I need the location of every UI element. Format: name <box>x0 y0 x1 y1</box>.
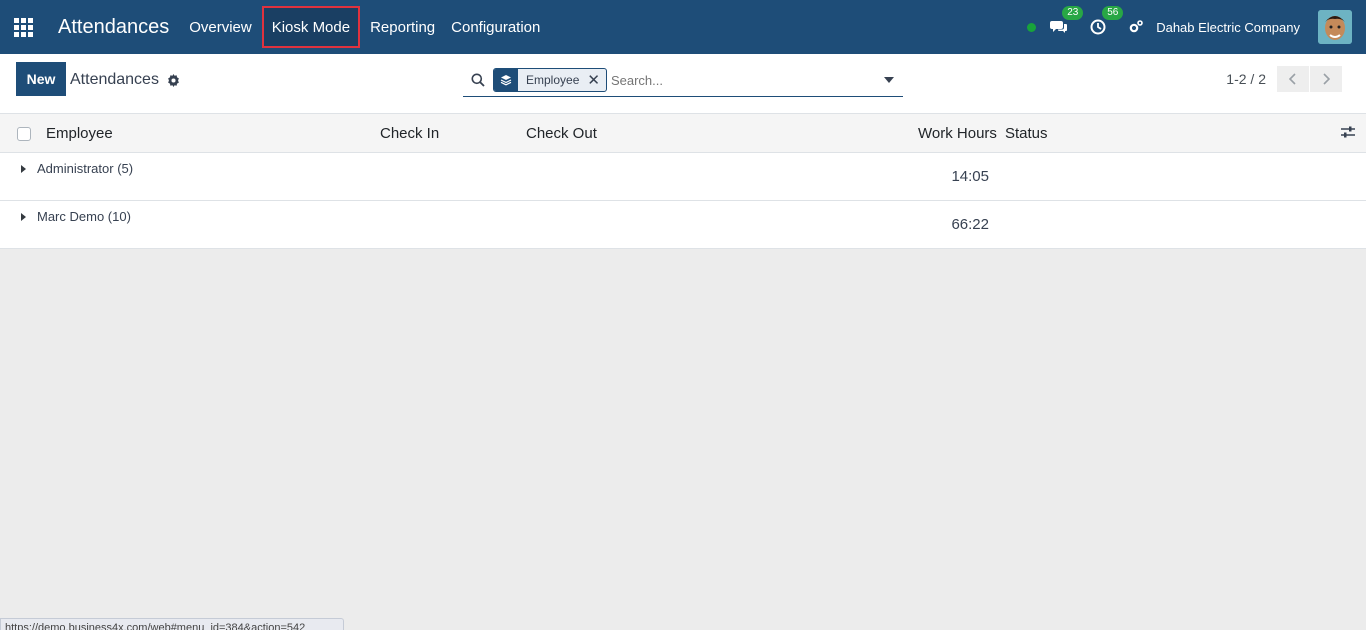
group-work-hours: 14:05 <box>951 168 989 185</box>
presence-status-icon[interactable] <box>1027 22 1037 32</box>
caret-down-icon[interactable] <box>875 77 903 83</box>
layers-icon <box>494 69 518 91</box>
search-icon[interactable] <box>463 73 493 87</box>
breadcrumb-title: Attendances <box>70 71 159 88</box>
pager-next-icon[interactable] <box>1310 66 1342 92</box>
menu-kiosk-mode[interactable]: Kiosk Mode <box>261 6 361 48</box>
new-button[interactable]: New <box>16 62 66 96</box>
column-work-hours[interactable]: Work Hours <box>918 125 997 142</box>
chat-icon <box>1050 21 1068 33</box>
table-header: Employee Check In Check Out Work Hours S… <box>0 114 1366 153</box>
attendance-list: Employee Check In Check Out Work Hours S… <box>0 114 1366 249</box>
column-check-in[interactable]: Check In <box>380 125 439 142</box>
menu-overview[interactable]: Overview <box>181 0 260 54</box>
group-label: Administrator (5) <box>37 161 134 176</box>
breadcrumb: Attendances <box>70 71 180 89</box>
select-all-checkbox[interactable] <box>17 127 31 141</box>
top-navbar: Attendances Overview Kiosk Mode Reportin… <box>0 0 1366 54</box>
apps-menu-icon[interactable] <box>0 0 46 54</box>
group-row-marc-demo[interactable]: Marc Demo (10) 66:22 <box>0 201 1366 249</box>
optional-columns-icon[interactable] <box>1340 125 1356 143</box>
menu-reporting[interactable]: Reporting <box>362 0 443 54</box>
caret-right-icon <box>21 213 26 221</box>
search-bar: Employee ✕ <box>463 64 903 97</box>
user-avatar[interactable] <box>1318 10 1352 44</box>
group-row-administrator[interactable]: Administrator (5) 14:05 <box>0 153 1366 201</box>
pager: 1-2 / 2 <box>1226 66 1342 92</box>
app-title[interactable]: Attendances <box>58 16 169 39</box>
group-by-facet: Employee ✕ <box>493 68 607 92</box>
activities-button[interactable]: 56 <box>1090 6 1124 35</box>
group-work-hours: 66:22 <box>951 216 989 233</box>
pager-previous-icon[interactable] <box>1277 66 1309 92</box>
caret-right-icon <box>21 165 26 173</box>
company-switch-icon[interactable] <box>1128 19 1144 35</box>
column-employee[interactable]: Employee <box>46 125 113 142</box>
company-name[interactable]: Dahab Electric Company <box>1156 20 1300 35</box>
messages-count-badge: 23 <box>1062 6 1084 20</box>
facet-label: Employee <box>526 73 580 87</box>
gear-icon[interactable] <box>167 73 180 87</box>
facet-close-icon[interactable]: ✕ <box>587 71 606 89</box>
search-input[interactable] <box>610 72 875 88</box>
group-label: Marc Demo (10) <box>37 209 131 224</box>
pager-value[interactable]: 1-2 / 2 <box>1226 71 1266 87</box>
clock-icon <box>1090 19 1106 35</box>
column-status[interactable]: Status <box>1005 125 1048 142</box>
messages-button[interactable]: 23 <box>1050 6 1084 35</box>
control-panel: New Attendances Employee ✕ Search... 1-2… <box>0 54 1366 114</box>
activities-count-badge: 56 <box>1102 6 1124 20</box>
menu-configuration[interactable]: Configuration <box>443 0 548 54</box>
link-status-bar: https://demo.business4x.com/web#menu_id=… <box>0 618 344 630</box>
column-check-out[interactable]: Check Out <box>526 125 597 142</box>
